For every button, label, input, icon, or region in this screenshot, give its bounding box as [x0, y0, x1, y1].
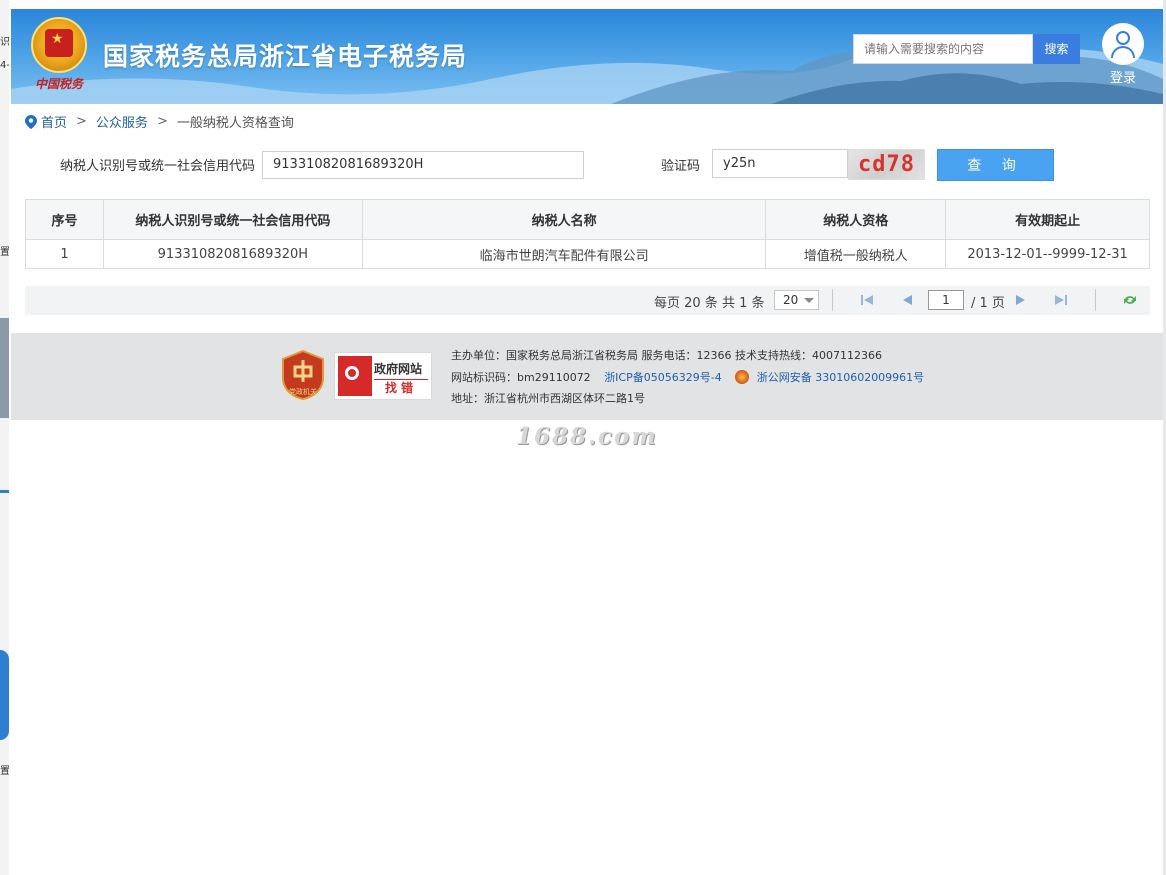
breadcrumb-home-link[interactable]: 首页: [41, 112, 67, 131]
pagination-bar: 每页 20 条 共 1 条 20 1 / 1 页: [25, 286, 1150, 315]
magnifier-icon: [338, 356, 372, 396]
footer-line-address: 地址：浙江省杭州市西湖区体环二路1号: [451, 392, 645, 405]
footer-line-sponsor: 主办单位：国家税务总局浙江省税务局 服务电话：12366 技术支持热线：4007…: [451, 349, 882, 362]
strip-text: 置: [0, 247, 9, 258]
badge2-subtitle: 找错: [374, 379, 428, 395]
strip-text: 识: [0, 37, 9, 48]
site-footer: 党政机关 政府网站 找错 主办单位：国家税务总局浙江省税务局 服务电话：1236…: [11, 333, 1163, 420]
police-record-link[interactable]: 浙公网安备 33010602009961号: [757, 371, 924, 384]
cell-index: 1: [25, 239, 104, 269]
query-button[interactable]: 查 询: [937, 149, 1054, 181]
column-header: 有效期起止: [945, 199, 1150, 240]
site-id-text: 网站标识码：bm29110072: [451, 371, 591, 384]
table-header-row: 序号 纳税人识别号或统一社会信用代码 纳税人名称 纳税人资格 有效期起止: [25, 199, 1150, 240]
breadcrumb-separator: >: [76, 114, 87, 129]
login-button[interactable]: 登录: [1101, 23, 1145, 86]
page-size-value: 20: [783, 293, 799, 307]
strip-line: [0, 490, 9, 493]
refresh-icon[interactable]: [1123, 294, 1137, 306]
site-title: 国家税务总局浙江省电子税务局: [103, 42, 468, 71]
user-icon: [1102, 23, 1144, 65]
login-label: 登录: [1109, 71, 1136, 86]
taxpayer-id-input[interactable]: 91331082081689320H: [262, 151, 584, 179]
column-header: 纳税人资格: [765, 199, 947, 240]
taxpayer-id-label: 纳税人识别号或统一社会信用代码: [60, 159, 256, 174]
column-header: 纳税人识别号或统一社会信用代码: [102, 199, 363, 240]
emblem-caption: 中国税务: [35, 77, 84, 91]
total-pages: / 1 页: [971, 296, 1005, 311]
breadcrumb-section-link[interactable]: 公众服务: [96, 112, 148, 131]
current-page-input[interactable]: 1: [928, 290, 964, 310]
table-row: 1 91331082081689320H 临海市世朗汽车配件有限公司 增值税一般…: [25, 239, 1150, 269]
icp-link[interactable]: 浙ICP备05056329号-4: [604, 371, 722, 384]
previous-page-icon[interactable]: [901, 294, 913, 306]
background-window-strip: 识 4- 置 置: [0, 0, 9, 875]
search-button[interactable]: 搜索: [1033, 34, 1080, 64]
results-table: 序号 纳税人识别号或统一社会信用代码 纳税人名称 纳税人资格 有效期起止 1 9…: [25, 199, 1150, 269]
cell-taxpayer-id: 91331082081689320H: [102, 239, 363, 269]
gov-website-error-report-badge[interactable]: 政府网站 找错: [334, 352, 432, 400]
cell-qualification: 增值税一般纳税人: [765, 239, 947, 269]
page: 识 4- 置 置 ★ 中国税务 国家税务总局浙江省电子税务局 请输入需要搜索的内…: [0, 0, 1166, 875]
next-page-icon[interactable]: [1015, 294, 1027, 306]
last-page-icon[interactable]: [1054, 294, 1068, 306]
strip-text: 置: [0, 766, 9, 777]
site-header: ★ 中国税务 国家税务总局浙江省电子税务局 请输入需要搜索的内容 搜索 登录: [11, 9, 1163, 104]
breadcrumb-separator: >: [156, 114, 168, 129]
strip-image: [0, 650, 9, 740]
strip-text: 4-: [0, 60, 9, 71]
page-size-select[interactable]: 20: [774, 290, 819, 310]
badge1-text: 党政机关: [289, 387, 317, 396]
watermark: 1688.com: [516, 423, 658, 450]
breadcrumb-current: 一般纳税人资格查询: [176, 116, 294, 131]
captcha-input[interactable]: y25n: [712, 149, 848, 178]
chevron-down-icon: [804, 298, 814, 303]
breadcrumb: 首页 > 公众服务 > 一般纳税人资格查询: [25, 112, 294, 131]
main-content: ★ 中国税务 国家税务总局浙江省电子税务局 请输入需要搜索的内容 搜索 登录 首…: [11, 9, 1163, 875]
police-badge-icon: [735, 370, 750, 384]
captcha-image[interactable]: cd78: [848, 149, 925, 180]
badge2-title: 政府网站: [374, 362, 423, 376]
cell-taxpayer-name: 临海市世朗汽车配件有限公司: [361, 239, 767, 269]
first-page-icon[interactable]: [860, 294, 874, 306]
location-pin-icon: [25, 114, 37, 129]
footer-line-id: 网站标识码：bm29110072 浙ICP备05056329号-4 浙公网安备 …: [451, 369, 924, 385]
strip-image: [0, 318, 9, 418]
captcha-text: cd78: [858, 152, 915, 177]
party-government-badge-icon[interactable]: 党政机关: [281, 350, 325, 400]
captcha-label: 验证码: [661, 159, 701, 174]
search-input[interactable]: 请输入需要搜索的内容: [853, 34, 1033, 64]
column-header: 序号: [25, 199, 104, 240]
cell-validity: 2013-12-01--9999-12-31: [945, 239, 1150, 269]
pager-divider: [1095, 289, 1096, 311]
pagination-summary: 每页 20 条 共 1 条: [654, 296, 765, 311]
tax-emblem-icon: ★: [31, 17, 87, 73]
column-header: 纳税人名称: [361, 199, 767, 240]
pager-divider: [832, 289, 833, 311]
